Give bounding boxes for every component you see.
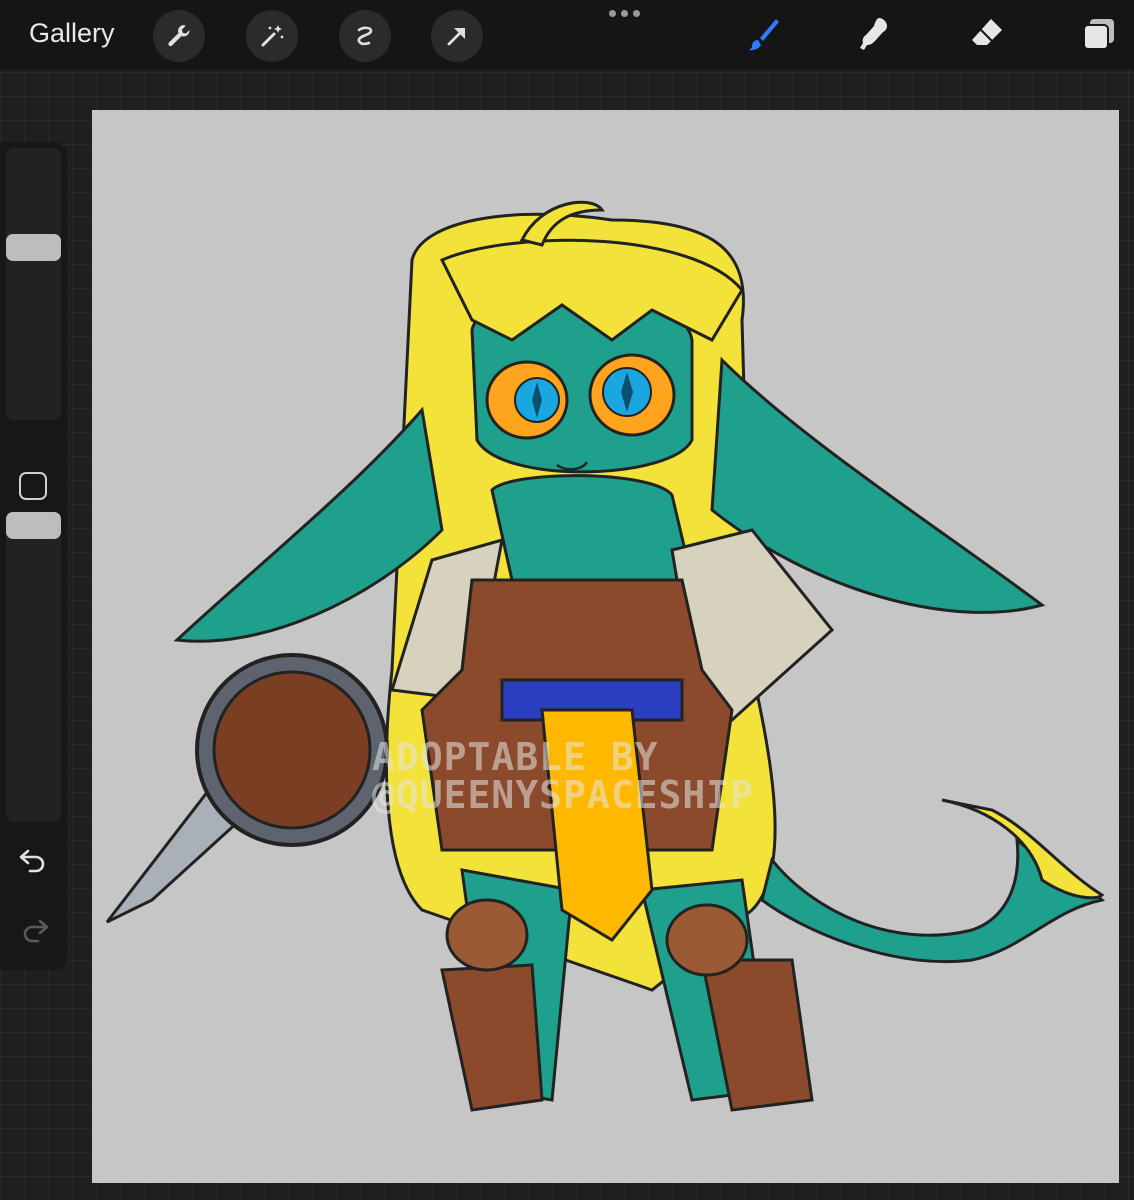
brush-size-slider-thumb[interactable] bbox=[6, 233, 61, 261]
selection-button[interactable] bbox=[339, 10, 391, 62]
shield-face bbox=[212, 670, 372, 830]
undo-icon[interactable] bbox=[17, 842, 51, 876]
modifier-button[interactable] bbox=[19, 472, 47, 500]
layers-icon bbox=[1083, 19, 1114, 50]
torso bbox=[490, 474, 694, 582]
actions-button[interactable] bbox=[153, 10, 205, 62]
drawing-canvas[interactable]: ADOPTABLE BY @QUEENYSPACESHIP bbox=[92, 110, 1119, 1183]
eraser-button[interactable] bbox=[965, 12, 1009, 56]
left-kneepad bbox=[445, 898, 529, 972]
watermark-line-1: ADOPTABLE BY bbox=[372, 735, 659, 779]
transform-button[interactable] bbox=[431, 10, 483, 62]
sidebar bbox=[0, 142, 67, 970]
gallery-button[interactable]: Gallery bbox=[29, 18, 115, 49]
wrench-icon bbox=[168, 25, 190, 47]
transform-arrow-icon bbox=[447, 28, 465, 46]
watermark: ADOPTABLE BY @QUEENYSPACESHIP bbox=[372, 738, 932, 814]
selection-icon bbox=[357, 26, 373, 46]
opacity-slider[interactable] bbox=[6, 532, 61, 822]
smudge-icon bbox=[860, 18, 887, 50]
smudge-button[interactable] bbox=[853, 12, 897, 56]
magic-wand-icon bbox=[261, 25, 284, 47]
opacity-slider-thumb[interactable] bbox=[6, 512, 61, 540]
brush-button[interactable] bbox=[741, 12, 785, 56]
adjustments-button[interactable] bbox=[246, 10, 298, 62]
right-kneepad bbox=[665, 903, 749, 977]
brush-icon bbox=[748, 19, 779, 51]
brush-size-slider[interactable] bbox=[6, 148, 61, 420]
character-illustration bbox=[105, 200, 1106, 1112]
more-options-icon[interactable] bbox=[606, 6, 642, 20]
eraser-icon bbox=[972, 19, 1002, 45]
left-boot bbox=[440, 963, 544, 1112]
layers-button[interactable] bbox=[1077, 12, 1121, 56]
redo-icon[interactable] bbox=[17, 912, 51, 946]
top-toolbar: Gallery bbox=[0, 0, 1134, 70]
watermark-line-2: @QUEENYSPACESHIP bbox=[372, 773, 755, 817]
